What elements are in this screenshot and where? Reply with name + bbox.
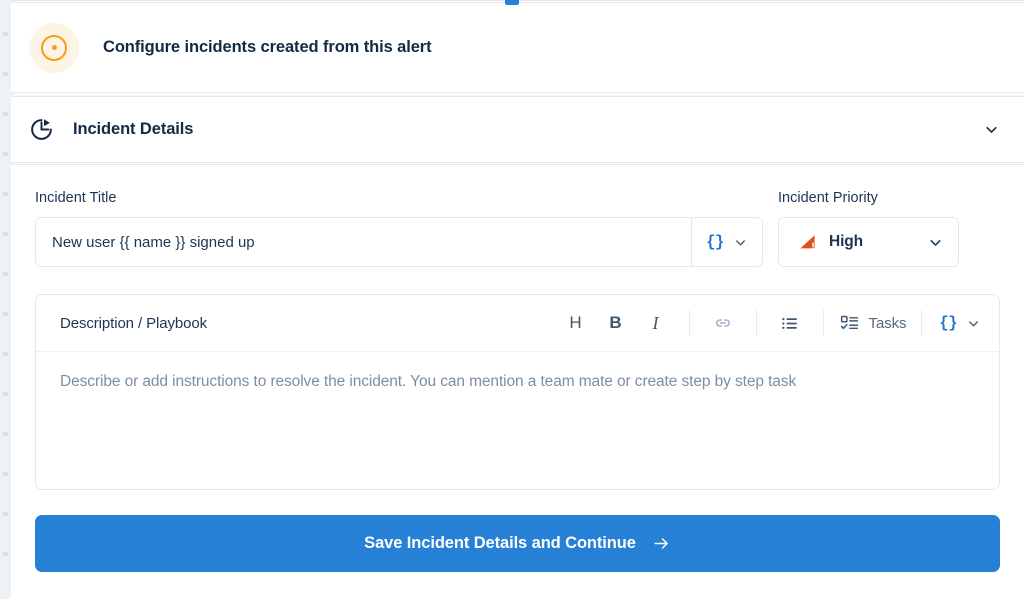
alert-banner-card: Configure incidents created from this al… — [11, 2, 1024, 93]
editor-heading-label: Description / Playbook — [60, 314, 208, 332]
description-playbook-editor: Description / Playbook H B I Tasks {} De… — [35, 294, 1000, 490]
tasks-button-label: Tasks — [868, 314, 907, 332]
checklist-icon — [839, 313, 860, 334]
incident-title-field: Incident Title {} — [35, 190, 763, 267]
editor-content-area[interactable]: Describe or add instructions to resolve … — [36, 352, 999, 412]
bold-icon[interactable]: B — [596, 303, 636, 343]
italic-icon[interactable]: I — [636, 303, 676, 343]
variable-braces-icon: {} — [706, 233, 724, 251]
incident-details-header[interactable]: Incident Details — [11, 96, 1024, 163]
incident-priority-select[interactable]: High — [778, 217, 959, 267]
heading-icon[interactable]: H — [556, 303, 596, 343]
save-incident-details-button[interactable]: Save Incident Details and Continue — [35, 515, 1000, 572]
editor-variable-button[interactable]: {} — [935, 314, 987, 332]
incident-pie-icon — [29, 117, 54, 142]
toolbar-divider — [755, 310, 757, 336]
incident-title-label: Incident Title — [35, 190, 117, 206]
priority-high-icon — [797, 233, 818, 252]
variable-braces-icon: {} — [939, 314, 957, 332]
alert-banner-title: Configure incidents created from this al… — [103, 38, 432, 56]
workflow-step-node[interactable] — [505, 0, 519, 5]
chevron-down-icon — [966, 316, 981, 331]
chevron-down-icon[interactable] — [983, 121, 1000, 138]
arrow-right-icon — [652, 534, 671, 553]
page-root: Configure incidents created from this al… — [0, 0, 1024, 599]
incident-details-form: Incident Title {} Incident Priorit — [11, 164, 1024, 599]
editor-toolbar: Description / Playbook H B I Tasks {} — [36, 295, 999, 352]
chevron-down-icon — [733, 235, 748, 250]
incident-title-input[interactable] — [36, 218, 691, 266]
title-variable-button[interactable]: {} — [691, 218, 762, 266]
toolbar-divider — [921, 310, 923, 336]
incident-priority-field: Incident Priority High — [778, 190, 959, 267]
save-button-label: Save Incident Details and Continue — [364, 534, 636, 552]
editor-placeholder-text: Describe or add instructions to resolve … — [60, 373, 797, 390]
target-alert-icon — [29, 22, 79, 73]
tasks-button[interactable]: Tasks — [837, 313, 909, 334]
toolbar-divider — [822, 310, 824, 336]
title-priority-row: Incident Title {} Incident Priorit — [35, 165, 1000, 267]
link-icon[interactable] — [703, 303, 743, 343]
bullet-list-icon[interactable] — [770, 303, 810, 343]
section-title: Incident Details — [73, 120, 194, 138]
toolbar-divider — [688, 310, 690, 336]
incident-priority-value: High — [829, 233, 864, 250]
incident-priority-label: Incident Priority — [778, 190, 878, 206]
chevron-down-icon — [927, 234, 944, 251]
